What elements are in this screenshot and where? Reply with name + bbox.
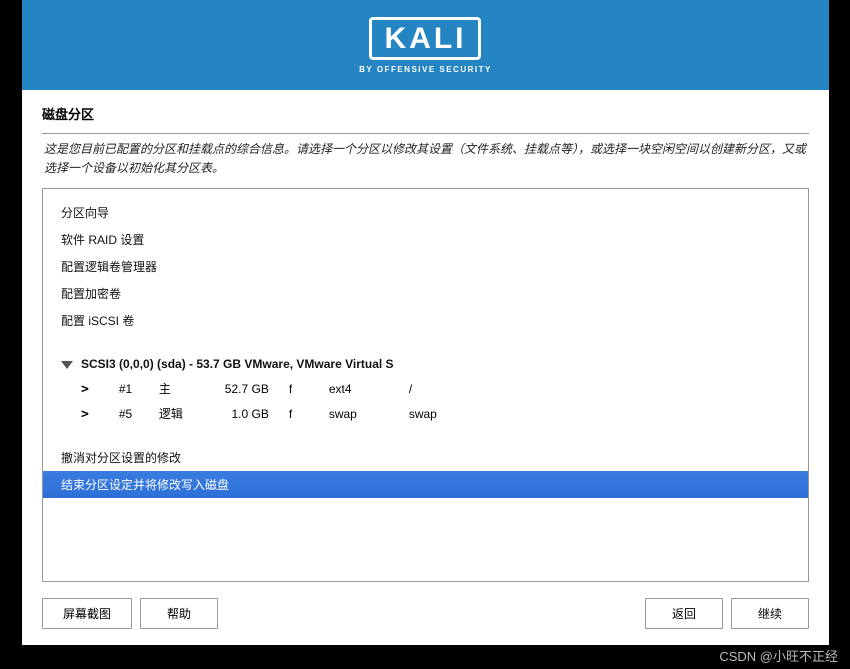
- page-title: 磁盘分区: [22, 90, 829, 133]
- installer-window: KALI BY OFFENSIVE SECURITY 磁盘分区 这是您目前已配置…: [22, 0, 829, 645]
- partition-number: #1: [119, 382, 159, 396]
- partition-number: #5: [119, 407, 159, 421]
- partition-fs: ext4: [329, 382, 409, 396]
- action-finish-partitioning[interactable]: 结束分区设定并将修改写入磁盘: [43, 471, 808, 498]
- partition-flag: f: [289, 407, 329, 421]
- description-text: 这是您目前已配置的分区和挂载点的综合信息。请选择一个分区以修改其设置（文件系统、…: [42, 133, 809, 188]
- back-button[interactable]: 返回: [645, 598, 723, 629]
- partition-row-1[interactable]: > #1主52.7 GBfext4/: [57, 376, 794, 401]
- menu-guided-partitioning[interactable]: 分区向导: [57, 199, 794, 226]
- partition-type: 逻辑: [159, 405, 209, 422]
- menu-configure-iscsi[interactable]: 配置 iSCSI 卷: [57, 307, 794, 334]
- disk-header[interactable]: SCSI3 (0,0,0) (sda) - 53.7 GB VMware, VM…: [57, 352, 794, 376]
- menu-configure-encrypted[interactable]: 配置加密卷: [57, 280, 794, 307]
- menu-software-raid[interactable]: 软件 RAID 设置: [57, 226, 794, 253]
- chevron-right-icon: >: [81, 382, 89, 397]
- partition-size: 52.7 GB: [209, 382, 289, 396]
- screenshot-button[interactable]: 屏幕截图: [42, 598, 132, 629]
- button-bar: 屏幕截图 帮助 返回 继续: [22, 582, 829, 645]
- content-area: 这是您目前已配置的分区和挂载点的综合信息。请选择一个分区以修改其设置（文件系统、…: [22, 133, 829, 582]
- expand-triangle-icon: [61, 361, 73, 369]
- header-banner: KALI BY OFFENSIVE SECURITY: [22, 0, 829, 90]
- partition-mount: swap: [409, 407, 469, 421]
- partition-mount: /: [409, 382, 469, 396]
- watermark: CSDN @小旺不正经: [719, 646, 838, 665]
- kali-logo: KALI BY OFFENSIVE SECURITY: [359, 17, 492, 74]
- action-undo-changes[interactable]: 撤消对分区设置的修改: [57, 444, 794, 471]
- menu-configure-lvm[interactable]: 配置逻辑卷管理器: [57, 253, 794, 280]
- brand-tagline: BY OFFENSIVE SECURITY: [359, 65, 492, 74]
- partition-flag: f: [289, 382, 329, 396]
- disk-header-text: SCSI3 (0,0,0) (sda) - 53.7 GB VMware, VM…: [81, 357, 394, 371]
- continue-button[interactable]: 继续: [731, 598, 809, 629]
- chevron-right-icon: >: [81, 407, 89, 422]
- partition-size: 1.0 GB: [209, 407, 289, 421]
- help-button[interactable]: 帮助: [140, 598, 218, 629]
- partition-panel: 分区向导 软件 RAID 设置 配置逻辑卷管理器 配置加密卷 配置 iSCSI …: [42, 188, 809, 582]
- partition-fs: swap: [329, 407, 409, 421]
- brand-name: KALI: [369, 17, 481, 60]
- partition-type: 主: [159, 380, 209, 397]
- partition-row-2[interactable]: >#5逻辑1.0 GBfswapswap: [57, 401, 794, 426]
